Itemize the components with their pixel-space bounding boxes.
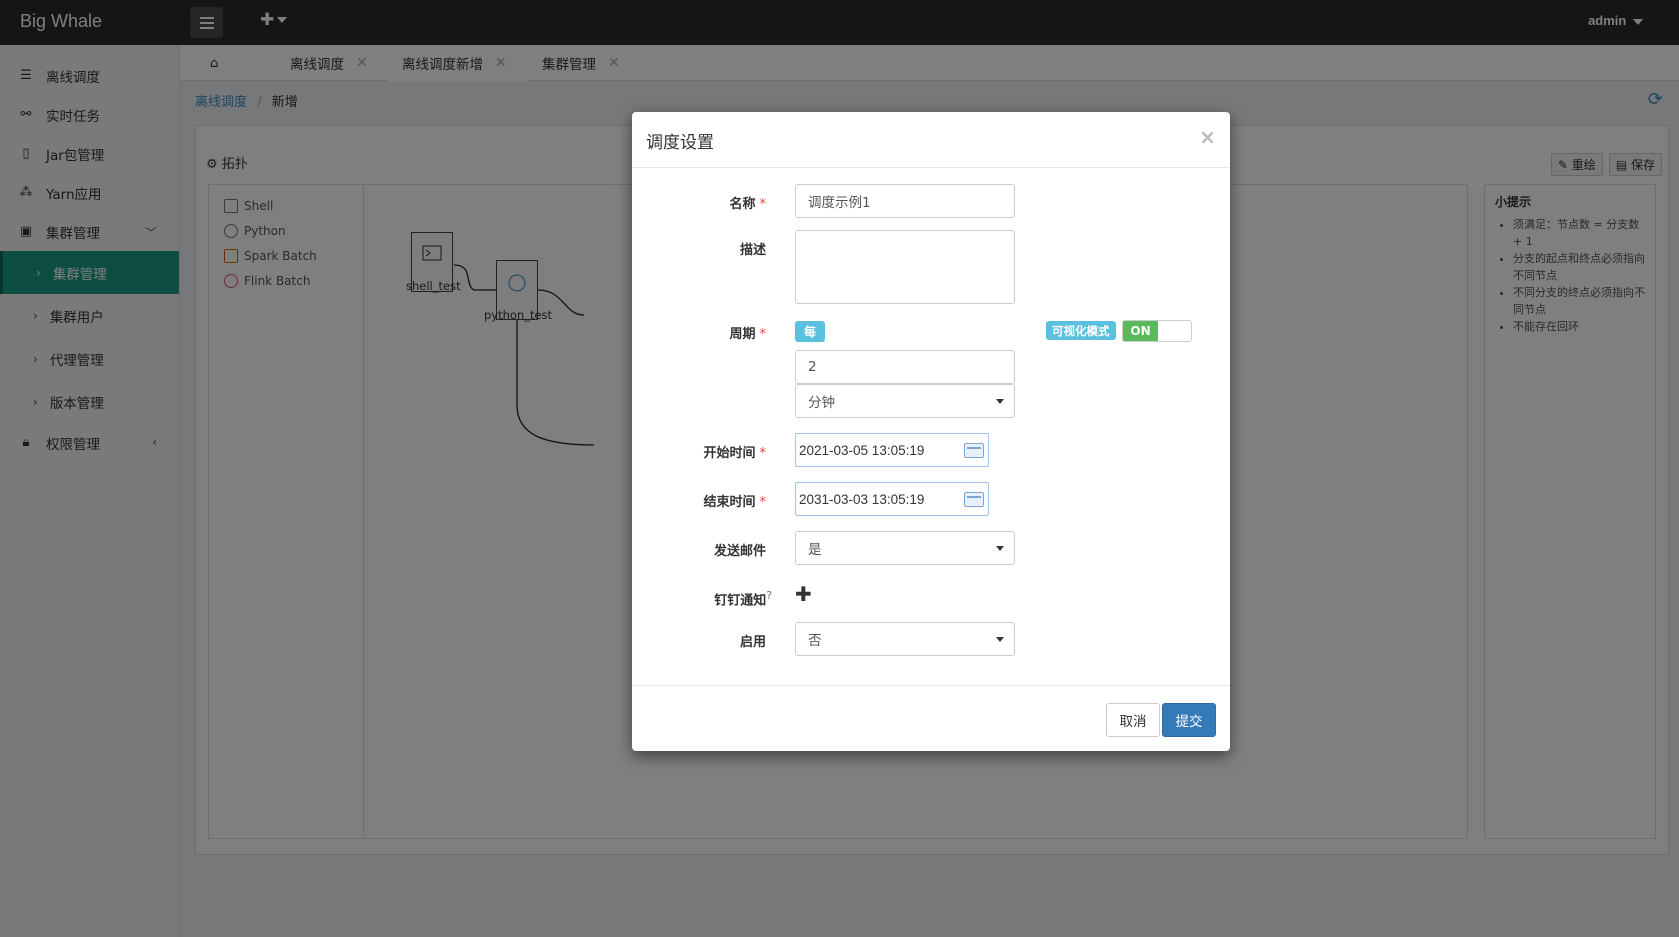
modal-title: 调度设置 xyxy=(646,133,714,153)
start-time-value: 2021-03-05 13:05:19 xyxy=(799,442,925,458)
caret-down-icon xyxy=(996,546,1004,551)
schedule-settings-modal: 调度设置 × 名称 * 调度示例1 描述 周期 * 每 可视化模式 ON 2 分钟 … xyxy=(632,112,1230,751)
required-marker: * xyxy=(759,197,767,212)
send-mail-label: 发送邮件 xyxy=(713,544,766,559)
caret-down-icon xyxy=(996,399,1004,404)
description-label: 描述 xyxy=(739,243,766,258)
form-row-enable: 启用 否 xyxy=(632,622,1230,656)
description-textarea[interactable] xyxy=(795,230,1015,304)
start-time-label: 开始时间 * xyxy=(703,446,767,461)
period-label: 周期 * xyxy=(729,327,767,342)
form-row-dingding: 钉钉通知? ✚ xyxy=(632,580,1230,614)
modal-footer: 取消 提交 xyxy=(632,685,1230,751)
form-row-description: 描述 xyxy=(632,230,1230,304)
period-value-input[interactable]: 2 xyxy=(795,350,1015,384)
form-row-send-mail: 发送邮件 是 xyxy=(632,531,1230,565)
enable-value: 否 xyxy=(808,633,822,649)
modal-header: 调度设置 × xyxy=(632,112,1230,168)
period-unit-select[interactable]: 分钟 xyxy=(795,384,1015,418)
calendar-icon[interactable] xyxy=(964,443,984,458)
plus-icon: ✚ xyxy=(795,582,812,606)
name-label: 名称 * xyxy=(729,197,767,212)
visual-mode-toggle[interactable]: ON xyxy=(1122,320,1192,342)
toggle-on-state: ON xyxy=(1123,321,1158,341)
required-marker: * xyxy=(759,495,767,510)
help-marker: ? xyxy=(766,589,772,602)
cancel-button[interactable]: 取消 xyxy=(1106,703,1160,737)
close-icon[interactable]: × xyxy=(1199,125,1216,149)
end-time-label: 结束时间 * xyxy=(703,495,767,510)
dingding-label: 钉钉通知? xyxy=(714,589,772,609)
form-row-period-value: 2 xyxy=(632,350,1230,384)
send-mail-value: 是 xyxy=(808,542,822,558)
required-marker: * xyxy=(759,446,767,461)
form-row-end-time: 结束时间 * 2031-03-03 13:05:19 xyxy=(632,482,1230,516)
start-time-input[interactable]: 2021-03-05 13:05:19 xyxy=(795,433,989,467)
period-unit-value: 分钟 xyxy=(808,395,835,411)
end-time-value: 2031-03-03 13:05:19 xyxy=(799,491,925,507)
visual-mode-label: 可视化模式 xyxy=(1046,321,1116,340)
form-row-period-unit: 分钟 xyxy=(632,384,1230,418)
calendar-icon[interactable] xyxy=(964,492,984,507)
add-dingding-button[interactable]: ✚ xyxy=(795,582,812,606)
period-every-badge: 每 xyxy=(795,321,825,342)
send-mail-select[interactable]: 是 xyxy=(795,531,1015,565)
form-row-start-time: 开始时间 * 2021-03-05 13:05:19 xyxy=(632,433,1230,467)
submit-button[interactable]: 提交 xyxy=(1162,703,1216,737)
enable-select[interactable]: 否 xyxy=(795,622,1015,656)
end-time-input[interactable]: 2031-03-03 13:05:19 xyxy=(795,482,989,516)
required-marker: * xyxy=(759,327,767,342)
caret-down-icon xyxy=(996,637,1004,642)
form-row-name: 名称 * 调度示例1 xyxy=(632,184,1230,218)
name-input[interactable]: 调度示例1 xyxy=(795,184,1015,218)
enable-label: 启用 xyxy=(739,635,766,650)
